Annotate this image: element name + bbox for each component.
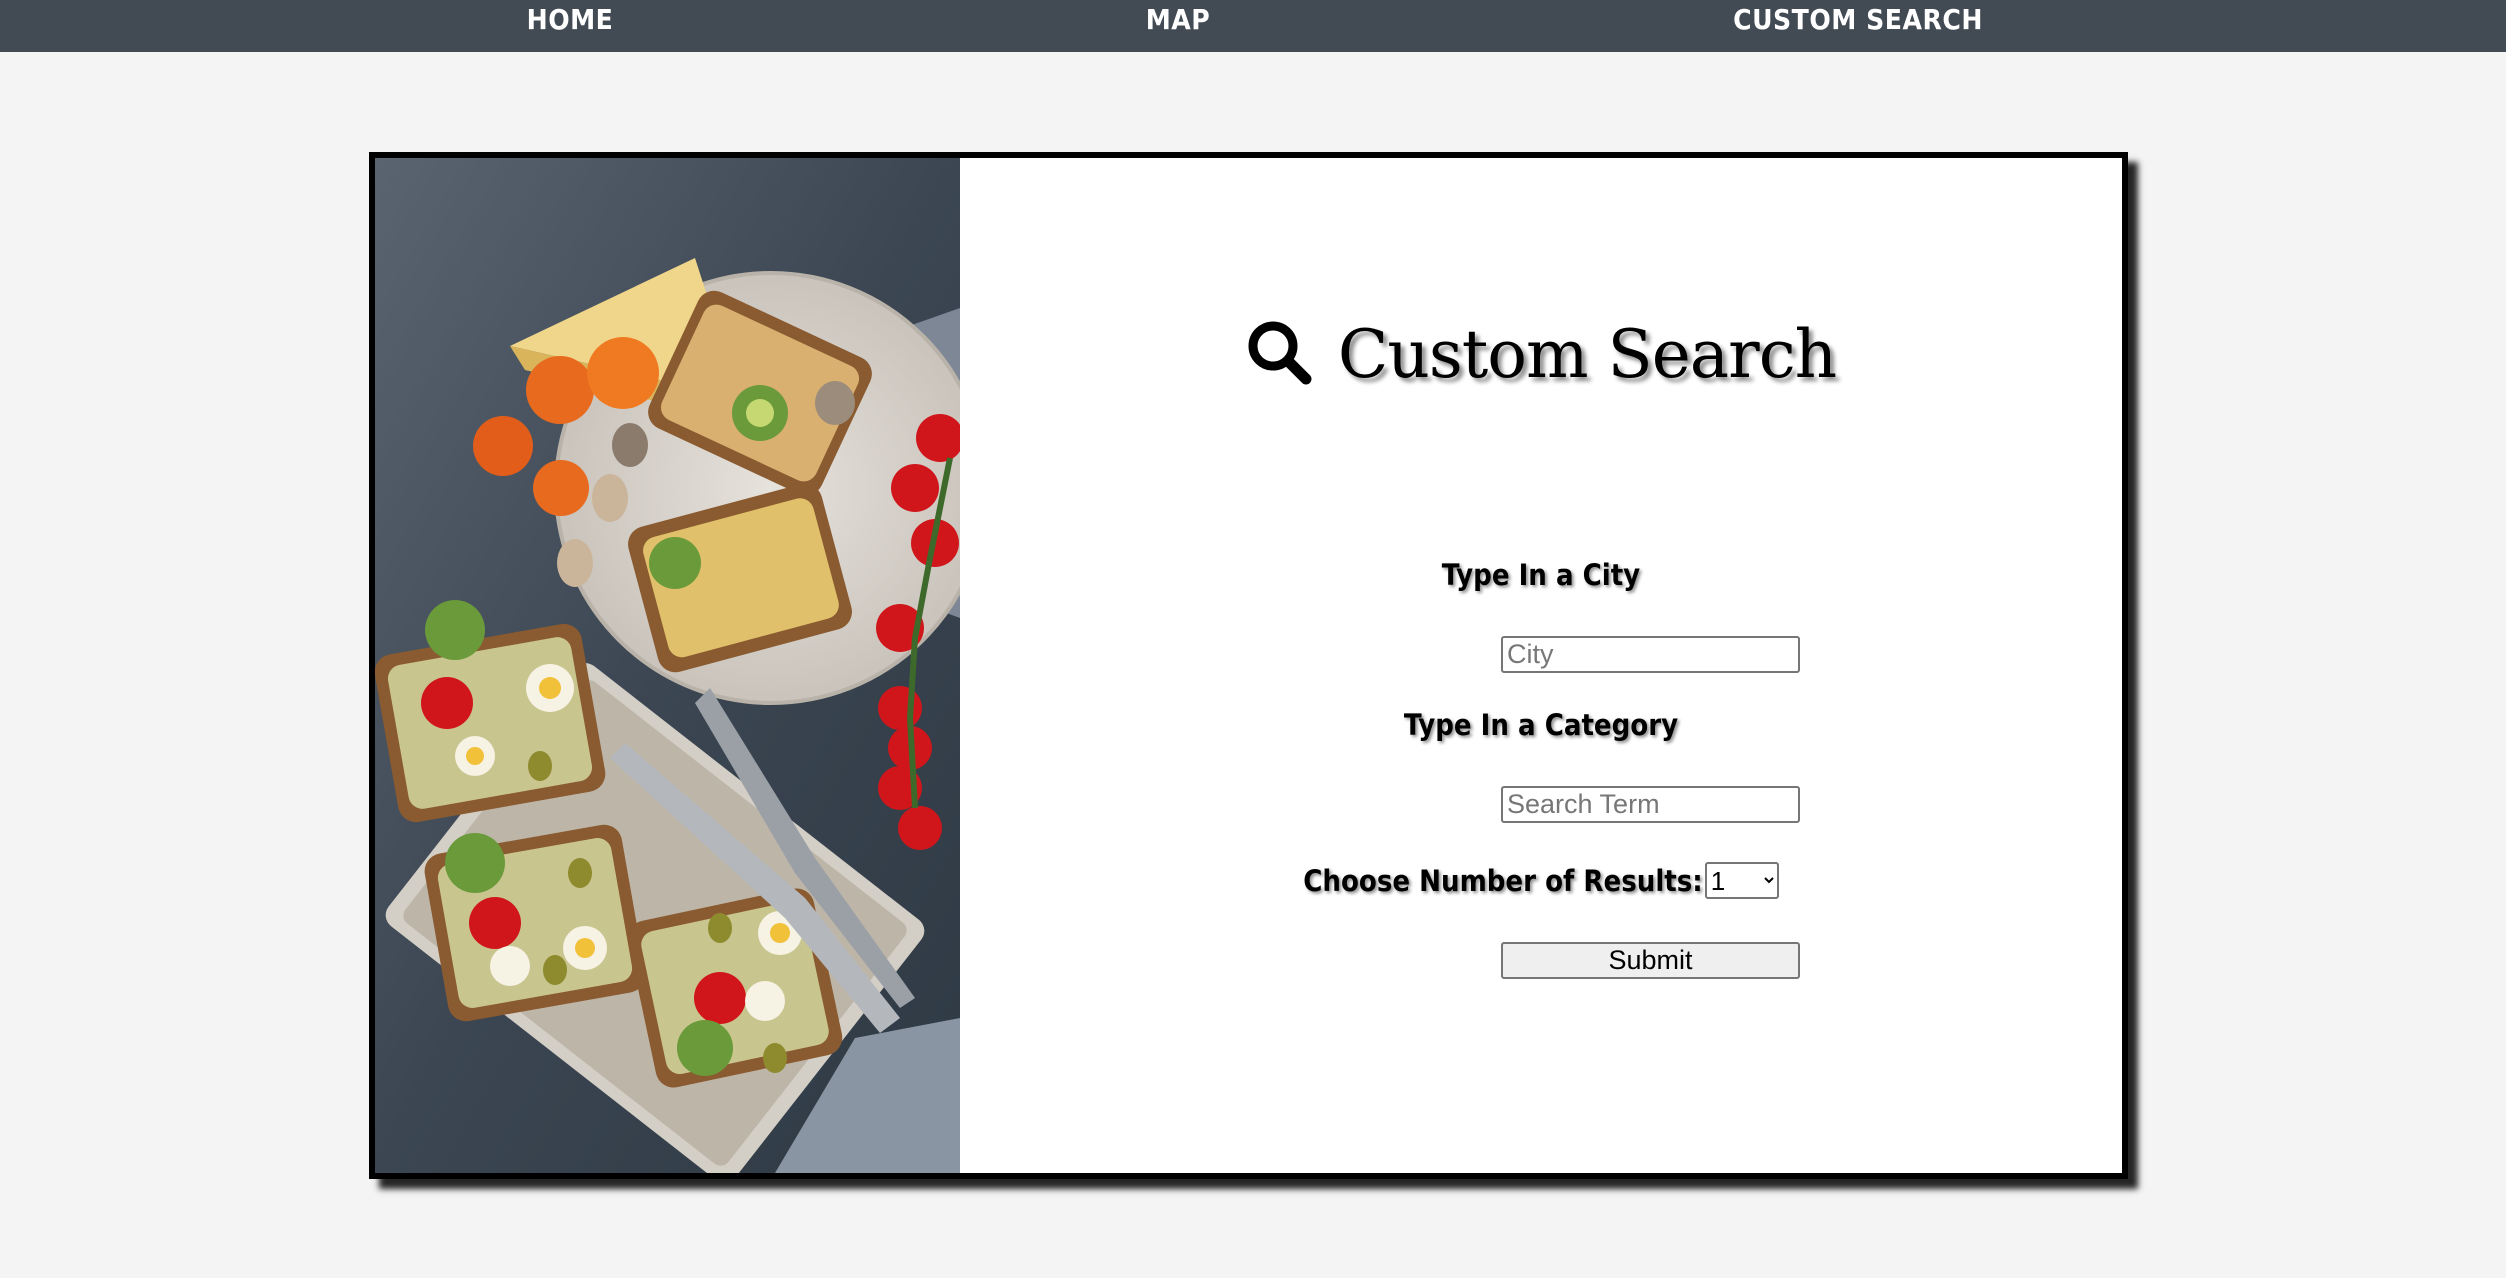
- submit-button[interactable]: Submit: [1501, 942, 1800, 979]
- food-photo: [375, 158, 960, 1173]
- page-title: Custom Search: [960, 316, 2122, 401]
- nav-map-link[interactable]: MAP: [1146, 0, 1211, 40]
- page-title-text: Custom Search: [1337, 316, 1837, 393]
- food-photo-illustration: [375, 158, 960, 1173]
- city-input[interactable]: [1501, 636, 1800, 673]
- nav-custom-search-link[interactable]: CUSTOM SEARCH: [1733, 0, 1983, 40]
- results-count-label: Choose Number of Results:: [1303, 863, 1703, 898]
- top-nav: HOME MAP CUSTOM SEARCH: [0, 0, 2506, 52]
- city-label: Type In a City: [1441, 558, 1641, 592]
- results-count-select[interactable]: 1: [1704, 862, 1779, 899]
- search-icon: [1246, 319, 1312, 401]
- category-label: Type In a Category: [1403, 708, 1679, 742]
- nav-home-link[interactable]: HOME: [527, 0, 614, 40]
- search-term-input[interactable]: [1501, 786, 1800, 823]
- search-form-panel: Custom Search Type In a City Type In a C…: [960, 158, 2122, 1173]
- search-card: Custom Search Type In a City Type In a C…: [369, 152, 2128, 1179]
- results-count-row: Choose Number of Results: 1: [960, 862, 2122, 902]
